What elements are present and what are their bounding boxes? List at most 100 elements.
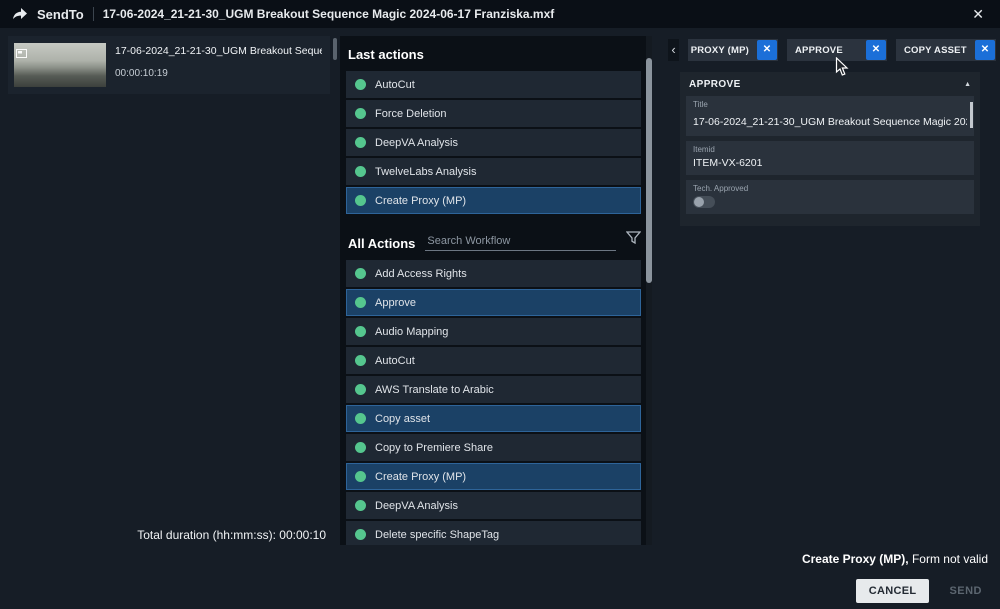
status-dot-icon — [355, 529, 366, 540]
chip-copy-asset[interactable]: COPY ASSET ✕ — [896, 39, 996, 61]
validation-text: Form not valid — [909, 552, 988, 566]
asset-card[interactable]: 17-06-2024_21-21-30_UGM Breakout Sequenc… — [8, 36, 330, 94]
status-dot-icon — [355, 413, 366, 424]
validation-action-name: Create Proxy (MP), — [802, 552, 909, 566]
field-itemid: Itemid ITEM-VX-6201 — [686, 141, 974, 175]
total-duration: Total duration (hh:mm:ss): 00:00:10 — [8, 528, 326, 542]
send-icon — [12, 7, 28, 21]
close-icon[interactable]: ✕ — [968, 5, 988, 23]
chip-label: APPROVE — [787, 45, 851, 56]
status-dot-icon — [355, 471, 366, 482]
all-actions-list: Add Access Rights Approve Audio Mapping … — [340, 260, 652, 545]
action-item[interactable]: DeepVA Analysis — [346, 129, 641, 156]
status-dot-icon — [355, 500, 366, 511]
itemid-value[interactable]: ITEM-VX-6201 — [693, 157, 967, 169]
all-actions-header: All Actions — [348, 231, 641, 251]
action-item[interactable]: AutoCut — [346, 71, 641, 98]
status-dot-icon — [355, 268, 366, 279]
action-item-label: Create Proxy (MP) — [375, 471, 466, 483]
send-button[interactable]: SEND — [943, 579, 988, 603]
action-item-label: Add Access Rights — [375, 268, 467, 280]
action-item-label: Audio Mapping — [375, 326, 448, 338]
actions-panel: Last actions AutoCut Force Deletion Deep… — [340, 36, 652, 545]
header-divider — [93, 7, 94, 21]
action-item-label: Create Proxy (MP) — [375, 195, 466, 207]
action-item-label: Copy to Premiere Share — [375, 442, 493, 454]
action-item[interactable]: AWS Translate to Arabic — [346, 376, 641, 403]
action-item[interactable]: Add Access Rights — [346, 260, 641, 287]
validation-message: Create Proxy (MP), Form not valid — [802, 552, 988, 566]
asset-list-scrollbar[interactable] — [333, 38, 337, 60]
chip-label: REATE PROXY (MP) — [688, 45, 757, 56]
action-item-label: AutoCut — [375, 79, 415, 91]
selected-actions-row: ‹ REATE PROXY (MP) ✕ APPROVE ✕ COPY ASSE… — [668, 39, 996, 61]
scrollbar-thumb[interactable] — [646, 58, 652, 283]
status-dot-icon — [355, 108, 366, 119]
action-item-label: TwelveLabs Analysis — [375, 166, 477, 178]
action-item[interactable]: DeepVA Analysis — [346, 492, 641, 519]
action-item[interactable]: Audio Mapping — [346, 318, 641, 345]
cancel-button[interactable]: CANCEL — [856, 579, 930, 603]
action-item-label: DeepVA Analysis — [375, 500, 458, 512]
action-item[interactable]: AutoCut — [346, 347, 641, 374]
footer-buttons: CANCEL SEND — [856, 579, 988, 603]
search-input[interactable] — [425, 233, 616, 251]
field-label: Tech. Approved — [693, 184, 967, 193]
actions-scrollbar[interactable] — [646, 36, 652, 545]
action-item-label: Copy asset — [375, 413, 430, 425]
filter-icon[interactable] — [626, 231, 641, 251]
remove-chip-icon[interactable]: ✕ — [975, 40, 995, 60]
field-tech-approved: Tech. Approved — [686, 180, 974, 214]
action-item[interactable]: TwelveLabs Analysis — [346, 158, 641, 185]
status-dot-icon — [355, 79, 366, 90]
action-item[interactable]: Approve — [346, 289, 641, 316]
status-dot-icon — [355, 137, 366, 148]
field-label: Title — [693, 100, 967, 109]
toggle-knob — [694, 197, 704, 207]
chip-label: COPY ASSET — [896, 45, 975, 56]
field-title: Title — [686, 96, 974, 136]
collapse-icon[interactable]: ▲ — [964, 81, 971, 88]
dialog-title-label: SendTo — [37, 7, 84, 22]
chip-create-proxy[interactable]: REATE PROXY (MP) ✕ — [688, 39, 778, 61]
last-actions-list: AutoCut Force Deletion DeepVA Analysis T… — [340, 71, 652, 214]
status-dot-icon — [355, 355, 366, 366]
remove-chip-icon[interactable]: ✕ — [757, 40, 777, 60]
status-dot-icon — [355, 195, 366, 206]
asset-filename-title: 17-06-2024_21-21-30_UGM Breakout Sequenc… — [103, 7, 555, 21]
action-item[interactable]: Copy asset — [346, 405, 641, 432]
field-label: Itemid — [693, 145, 967, 154]
action-item[interactable]: Force Deletion — [346, 100, 641, 127]
action-item-label: Delete specific ShapeTag — [375, 529, 499, 541]
action-item[interactable]: Delete specific ShapeTag — [346, 521, 641, 545]
dialog-header: SendTo 17-06-2024_21-21-30_UGM Breakout … — [0, 0, 1000, 28]
asset-meta: 17-06-2024_21-21-30_UGM Breakout Sequenc… — [115, 43, 322, 87]
action-item[interactable]: Copy to Premiere Share — [346, 434, 641, 461]
status-dot-icon — [355, 384, 366, 395]
status-dot-icon — [355, 326, 366, 337]
asset-duration: 00:00:10:19 — [115, 68, 322, 79]
action-item-label: Approve — [375, 297, 416, 309]
status-dot-icon — [355, 442, 366, 453]
status-dot-icon — [355, 166, 366, 177]
action-item-label: AWS Translate to Arabic — [375, 384, 494, 396]
action-item[interactable]: Create Proxy (MP) — [346, 463, 641, 490]
tech-approved-toggle[interactable] — [693, 196, 715, 208]
remove-chip-icon[interactable]: ✕ — [866, 40, 886, 60]
chip-approve[interactable]: APPROVE ✕ — [787, 39, 887, 61]
asset-thumbnail — [14, 43, 106, 87]
all-actions-heading: All Actions — [348, 236, 415, 251]
approve-form-title: APPROVE — [689, 79, 741, 90]
field-scrollbar[interactable] — [970, 102, 973, 128]
action-item-label: DeepVA Analysis — [375, 137, 458, 149]
last-actions-heading: Last actions — [340, 36, 652, 71]
action-item[interactable]: Create Proxy (MP) — [346, 187, 641, 214]
approve-form: APPROVE ▲ Title Itemid ITEM-VX-6201 Tech… — [680, 72, 980, 226]
action-item-label: Force Deletion — [375, 108, 447, 120]
title-field[interactable] — [693, 116, 967, 128]
action-item-label: AutoCut — [375, 355, 415, 367]
approve-form-header[interactable]: APPROVE ▲ — [680, 72, 980, 96]
status-dot-icon — [355, 297, 366, 308]
asset-title: 17-06-2024_21-21-30_UGM Breakout Sequenc… — [115, 45, 322, 57]
chevron-left-icon[interactable]: ‹ — [668, 39, 679, 61]
